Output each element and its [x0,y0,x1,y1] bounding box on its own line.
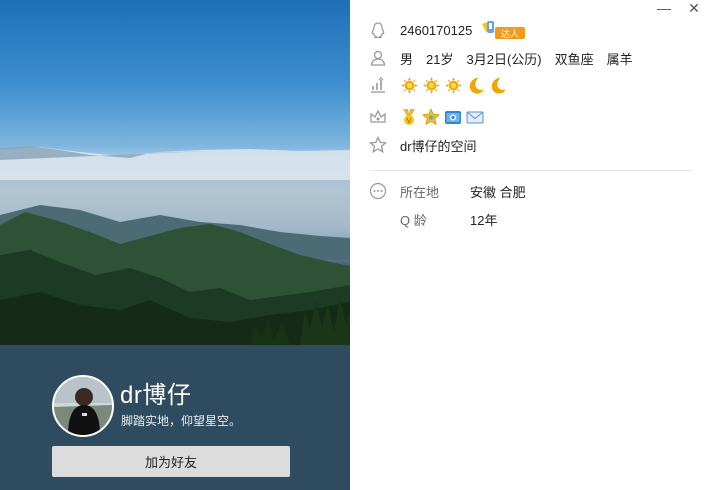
qq-number-row: 2460170125 达人 [368,20,526,40]
profile-right-panel: — ✕ 2460170125 达人 男 21岁 3月2日(公历) 双鱼座 属羊 … [350,0,707,490]
person-icon [368,48,388,68]
vip-medal-icon[interactable]: V [400,108,418,126]
penguin-icon [368,20,388,40]
mail-medal-icon[interactable] [466,108,484,126]
location-value: 安徽 合肥 [470,184,526,200]
qzone-link[interactable]: dr博仔的空间 [400,136,477,155]
medals-row: V [368,107,484,127]
avatar[interactable] [52,375,114,437]
qq-level-icons[interactable] [400,76,507,95]
birthday: 3月2日(公历) [466,51,542,67]
medal-icons: V [400,108,484,126]
moon-icon [469,77,484,94]
star-medal-icon[interactable] [422,108,440,126]
sun-icon [422,76,441,94]
qage-value: 12年 [470,212,498,228]
moon-icon [491,77,506,94]
sun-icon [400,76,419,94]
photo-medal-icon[interactable] [444,108,462,126]
qzone-row: dr博仔的空间 [368,135,477,155]
close-button[interactable]: ✕ [683,0,705,16]
zodiac: 属羊 [606,51,633,67]
signature: 脚踏实地，仰望星空。 [121,414,242,428]
section-divider [370,170,692,171]
minimize-button[interactable]: — [653,0,675,16]
level-row [368,75,507,95]
more-dots-icon [368,181,388,201]
basic-info-row: 男 21岁 3月2日(公历) 双鱼座 属羊 [368,48,646,68]
svg-text:V: V [407,117,412,125]
crown-icon [368,107,388,127]
gender: 男 [400,51,414,67]
add-friend-button[interactable]: 加为好友 [52,446,290,477]
location-label: 所在地 [400,184,440,200]
constellation: 双鱼座 [554,51,594,67]
cover-photo [0,0,350,345]
sun-icon [444,76,463,94]
nickname: dr博仔 [120,382,192,409]
qage-label: Q 龄 [400,212,427,228]
age: 21岁 [426,51,454,67]
location-row: 所在地 安徽 合肥 [368,181,526,201]
profile-card-window: dr博仔 脚踏实地，仰望星空。 加为好友 — ✕ 2460170125 达人 男… [0,0,707,490]
qage-row: Q 龄 12年 [368,209,497,229]
talent-badge[interactable]: 达人 [480,20,526,40]
profile-left-panel: dr博仔 脚踏实地，仰望星空。 加为好友 [0,0,350,490]
talent-badge-label: 达人 [501,28,519,40]
level-chart-icon [368,75,388,95]
qq-number: 2460170125 [400,22,473,38]
blank-icon [368,209,388,229]
star-outline-icon [368,135,388,155]
